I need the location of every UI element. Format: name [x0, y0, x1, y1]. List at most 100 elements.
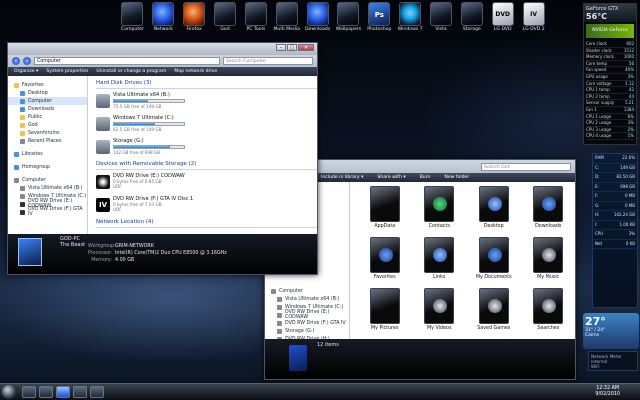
- folder-tile[interactable]: My Pictures: [358, 286, 412, 336]
- hard-drive-icon: [96, 117, 110, 131]
- drive-info: Storage (G:) 142 GB free of 698 GB: [113, 138, 185, 159]
- folder-label: My Pictures: [371, 326, 399, 331]
- dock-item[interactable]: Network: [149, 0, 178, 40]
- gpu-stat-key: Fan 1: [586, 106, 597, 112]
- title-bar[interactable]: – □ ✕: [8, 43, 317, 55]
- nav-item[interactable]: Desktop: [8, 89, 87, 97]
- dock-item[interactable]: Computer: [118, 0, 147, 40]
- folder-tile[interactable]: My Videos: [413, 286, 467, 336]
- nav-item-label: Public: [28, 114, 43, 120]
- folder-tile[interactable]: Contacts: [413, 184, 467, 234]
- hard-drive-item[interactable]: Storage (G:) 142 GB free of 698 GB: [96, 138, 196, 159]
- folder-tile[interactable]: Desktop: [467, 184, 521, 234]
- lib-toolbar-button[interactable]: Share with ▾: [377, 175, 405, 180]
- dock-item[interactable]: Windows 7: [396, 0, 425, 40]
- nav-item[interactable]: Downloads: [8, 105, 87, 113]
- forward-arrow-icon[interactable]: ›: [23, 57, 31, 65]
- drive-stat-row: C: 149 GB: [593, 164, 637, 173]
- toolbar-button[interactable]: Organize ▾: [14, 69, 38, 74]
- gpu-stat-row: CPU 4 usage 1%: [586, 133, 634, 140]
- dvd-disc-icon: [96, 175, 110, 189]
- back-arrow-icon[interactable]: ‹: [12, 57, 20, 65]
- dock-item[interactable]: Multi Media: [272, 0, 301, 40]
- hard-drive-item[interactable]: Vista Ultimate x64 (B:) 75.5 GB free of 1…: [96, 92, 196, 113]
- weather-temp: 27°: [585, 315, 606, 328]
- folder-tile[interactable]: AppData: [358, 184, 412, 234]
- lib-toolbar-button[interactable]: Include in library ▾: [321, 175, 363, 180]
- lib-nav-item[interactable]: DVD RW Drive (F:) GTA IV: [265, 319, 349, 327]
- taskbar-app[interactable]: [90, 386, 104, 398]
- nav-item[interactable]: DVD RW Drive (F:) GTA IV: [8, 207, 87, 217]
- group-header-hdd[interactable]: Hard Disk Drives (3): [96, 80, 317, 89]
- folder-label: My Documents: [475, 275, 512, 280]
- folder-tile[interactable]: Searches: [522, 286, 576, 336]
- taskbar-explorer-active[interactable]: [56, 386, 70, 398]
- maximize-button[interactable]: □: [287, 44, 297, 51]
- nav-item[interactable]: Recent Places: [8, 137, 87, 145]
- folder-icon: [20, 209, 25, 215]
- lib-nav-item[interactable]: Vista Ultimate x64 (B:): [265, 295, 349, 303]
- search-input[interactable]: Search Computer: [223, 57, 313, 65]
- start-orb-icon[interactable]: [2, 385, 16, 399]
- folder-tile[interactable]: Favorites: [358, 235, 412, 285]
- lib-toolbar-button[interactable]: Burn: [420, 175, 431, 180]
- nav-item[interactable]: Libraries: [8, 150, 87, 158]
- nav-item[interactable]: Favorites: [8, 81, 87, 89]
- group-header-removable[interactable]: Devices with Removable Storage (2): [96, 161, 317, 170]
- weather-gadget[interactable]: 27° 31° / 24° Cairns: [583, 313, 639, 349]
- nav-item[interactable]: Computer: [8, 97, 87, 105]
- gpu-stat-row: CPU 1 usage 6%: [586, 114, 634, 121]
- drive-stat-key: I:: [595, 221, 598, 227]
- lib-nav-item[interactable]: Storage (G:): [265, 327, 349, 335]
- dock-item[interactable]: DVD LG DVD: [488, 0, 517, 40]
- dock-item[interactable]: PC Tools: [241, 0, 270, 40]
- dock-item[interactable]: Storage: [457, 0, 486, 40]
- drive-filesystem: UDF: [113, 207, 122, 212]
- lib-search-input[interactable]: Search Get: [481, 162, 571, 171]
- folder-label: Desktop: [483, 224, 504, 229]
- dock-item[interactable]: God: [211, 0, 240, 40]
- taskbar-firefox[interactable]: [73, 386, 87, 398]
- gpu-temp: 56°C: [586, 12, 608, 21]
- folder-tile[interactable]: Saved Games: [467, 286, 521, 336]
- folder-tile[interactable]: My Documents: [467, 235, 521, 285]
- hard-drive-item[interactable]: Windows 7 Ultimate (C:) 62.5 GB free of 1…: [96, 115, 196, 136]
- system-clock[interactable]: 12:32 AM 9/02/2010: [595, 386, 620, 398]
- toolbar-button[interactable]: Uninstall or change a program: [96, 69, 166, 74]
- nav-item[interactable]: Computer: [8, 176, 87, 184]
- dvd-drive-item[interactable]: DVD RW Drive (E:) CODWAW 0 bytes free of …: [96, 173, 196, 194]
- lib-nav-item[interactable]: DVD RW Drive (E:) CODWAW: [265, 310, 349, 320]
- taskbar-explorer[interactable]: [39, 386, 53, 398]
- dock-item[interactable]: Firefox: [180, 0, 209, 40]
- dock-item[interactable]: Downloads: [303, 0, 332, 40]
- minimize-button[interactable]: –: [276, 44, 286, 51]
- folder-tile[interactable]: Links: [413, 235, 467, 285]
- folder-label: My Music: [537, 275, 560, 280]
- dvd-drive-item[interactable]: IV DVD RW Drive (F:) GTA IV Disc 10 bytes…: [96, 196, 196, 217]
- toolbar-button[interactable]: Map network drive: [174, 69, 217, 74]
- lib-nav-item[interactable]: Computer: [265, 287, 349, 295]
- folder-tile[interactable]: My Music: [522, 235, 576, 285]
- toolbar-button[interactable]: System properties: [46, 69, 88, 74]
- gpu-stat-value: 1.12: [625, 80, 634, 86]
- address-input[interactable]: Computer: [34, 57, 220, 65]
- nav-item[interactable]: God: [8, 121, 87, 129]
- nav-item[interactable]: Homegroup: [8, 163, 87, 171]
- dock-item[interactable]: Vista: [427, 0, 456, 40]
- folder-icon: [424, 186, 455, 222]
- group-header-network[interactable]: Network Location (4): [96, 219, 317, 228]
- folder-tile[interactable]: Downloads: [522, 184, 576, 234]
- nav-item[interactable]: Vista Ultimate x64 (B:): [8, 184, 87, 192]
- dock-item[interactable]: Ps Photoshop: [365, 0, 394, 40]
- drive-stat-row: RAM 22.6%: [593, 154, 637, 164]
- drive-stat-key: F:: [595, 193, 599, 198]
- dock-item-label: Computer: [121, 27, 144, 32]
- dock-item[interactable]: IV LG DVD 2: [519, 0, 548, 40]
- taskbar-media-player[interactable]: [22, 386, 36, 398]
- lib-toolbar-button[interactable]: New folder: [444, 175, 469, 180]
- nav-item[interactable]: Sevenforums: [8, 129, 87, 137]
- gpu-stat-row: CPU 2 temp 44: [586, 94, 634, 101]
- nav-item[interactable]: Public: [8, 113, 87, 121]
- close-button[interactable]: ✕: [298, 44, 314, 51]
- dock-item[interactable]: Wallpapers: [334, 0, 363, 40]
